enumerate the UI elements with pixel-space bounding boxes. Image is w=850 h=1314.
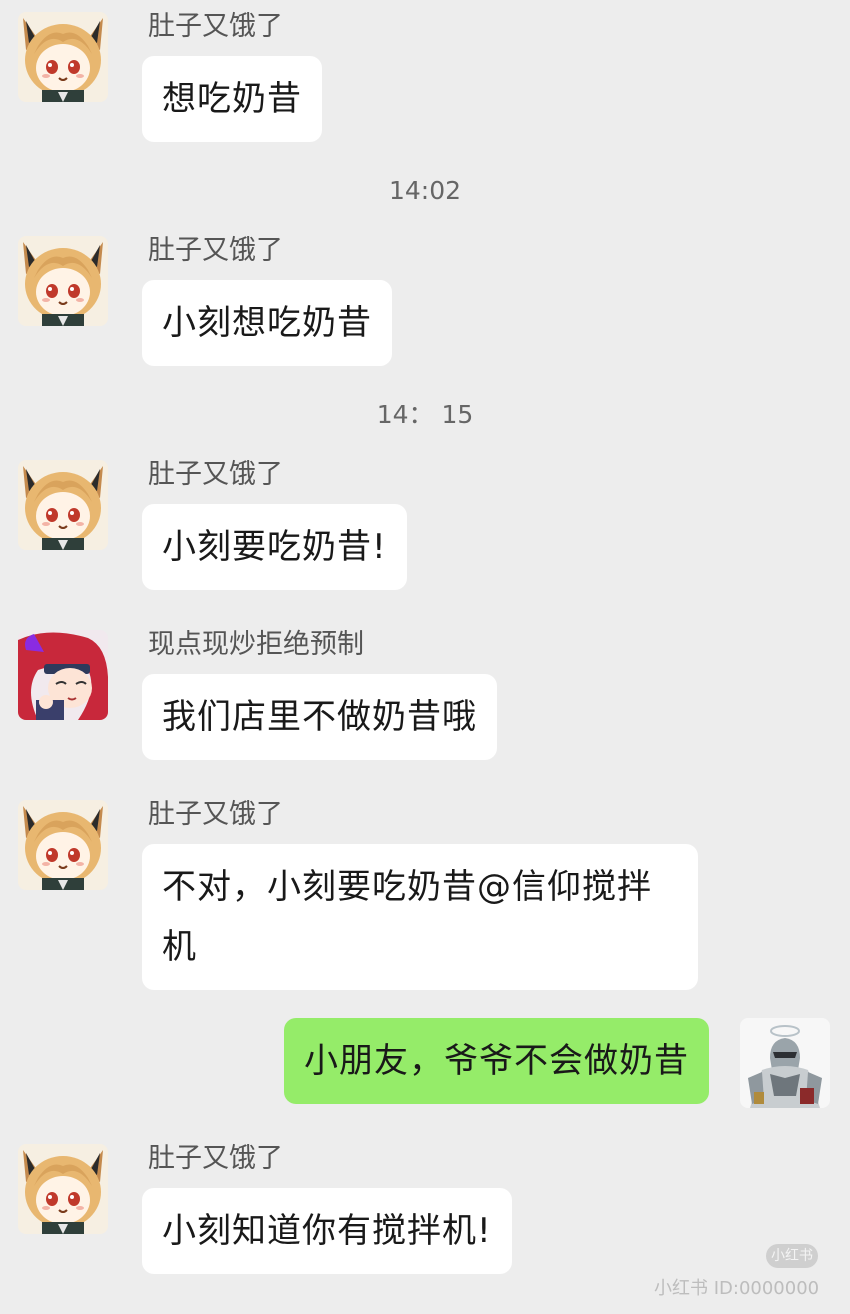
watermark-badge: 小红书 xyxy=(766,1244,818,1268)
message-text-line: 机 xyxy=(162,927,197,967)
watermark-text: 小红书 ID:0000000 xyxy=(654,1278,820,1299)
message-bubble[interactable]: 不对，小刻要吃奶昔@信仰搅拌 机 xyxy=(142,844,698,990)
cat-girl-avatar-icon[interactable] xyxy=(18,460,108,550)
timestamp: 14： 15 xyxy=(376,400,474,429)
message-bubble[interactable]: 小刻知道你有搅拌机! xyxy=(142,1188,512,1274)
sender-name: 肚子又饿了 xyxy=(148,459,283,490)
sender-name: 现点现炒拒绝预制 xyxy=(148,629,364,660)
message-bubble[interactable]: 小刻要吃奶昔! xyxy=(142,504,407,590)
sender-name: 肚子又饿了 xyxy=(148,1143,283,1174)
cat-girl-avatar-icon[interactable] xyxy=(18,236,108,326)
cat-girl-avatar-icon[interactable] xyxy=(18,12,108,102)
cat-girl-avatar-icon[interactable] xyxy=(18,800,108,890)
cat-girl-avatar-icon[interactable] xyxy=(18,1144,108,1234)
message-text-line: 不对，小刻要吃奶昔@信仰搅拌 xyxy=(162,867,652,907)
armored-knight-avatar-icon[interactable] xyxy=(740,1018,830,1108)
red-hair-girl-avatar-icon[interactable] xyxy=(18,630,108,720)
timestamp: 14:02 xyxy=(388,176,462,205)
sender-name: 肚子又饿了 xyxy=(148,235,283,266)
sender-name: 肚子又饿了 xyxy=(148,11,283,42)
message-bubble[interactable]: 我们店里不做奶昔哦 xyxy=(142,674,497,760)
message-bubble[interactable]: 小刻想吃奶昔 xyxy=(142,280,392,366)
outgoing-message-bubble[interactable]: 小朋友，爷爷不会做奶昔 xyxy=(284,1018,709,1104)
sender-name: 肚子又饿了 xyxy=(148,799,283,830)
message-bubble[interactable]: 想吃奶昔 xyxy=(142,56,322,142)
